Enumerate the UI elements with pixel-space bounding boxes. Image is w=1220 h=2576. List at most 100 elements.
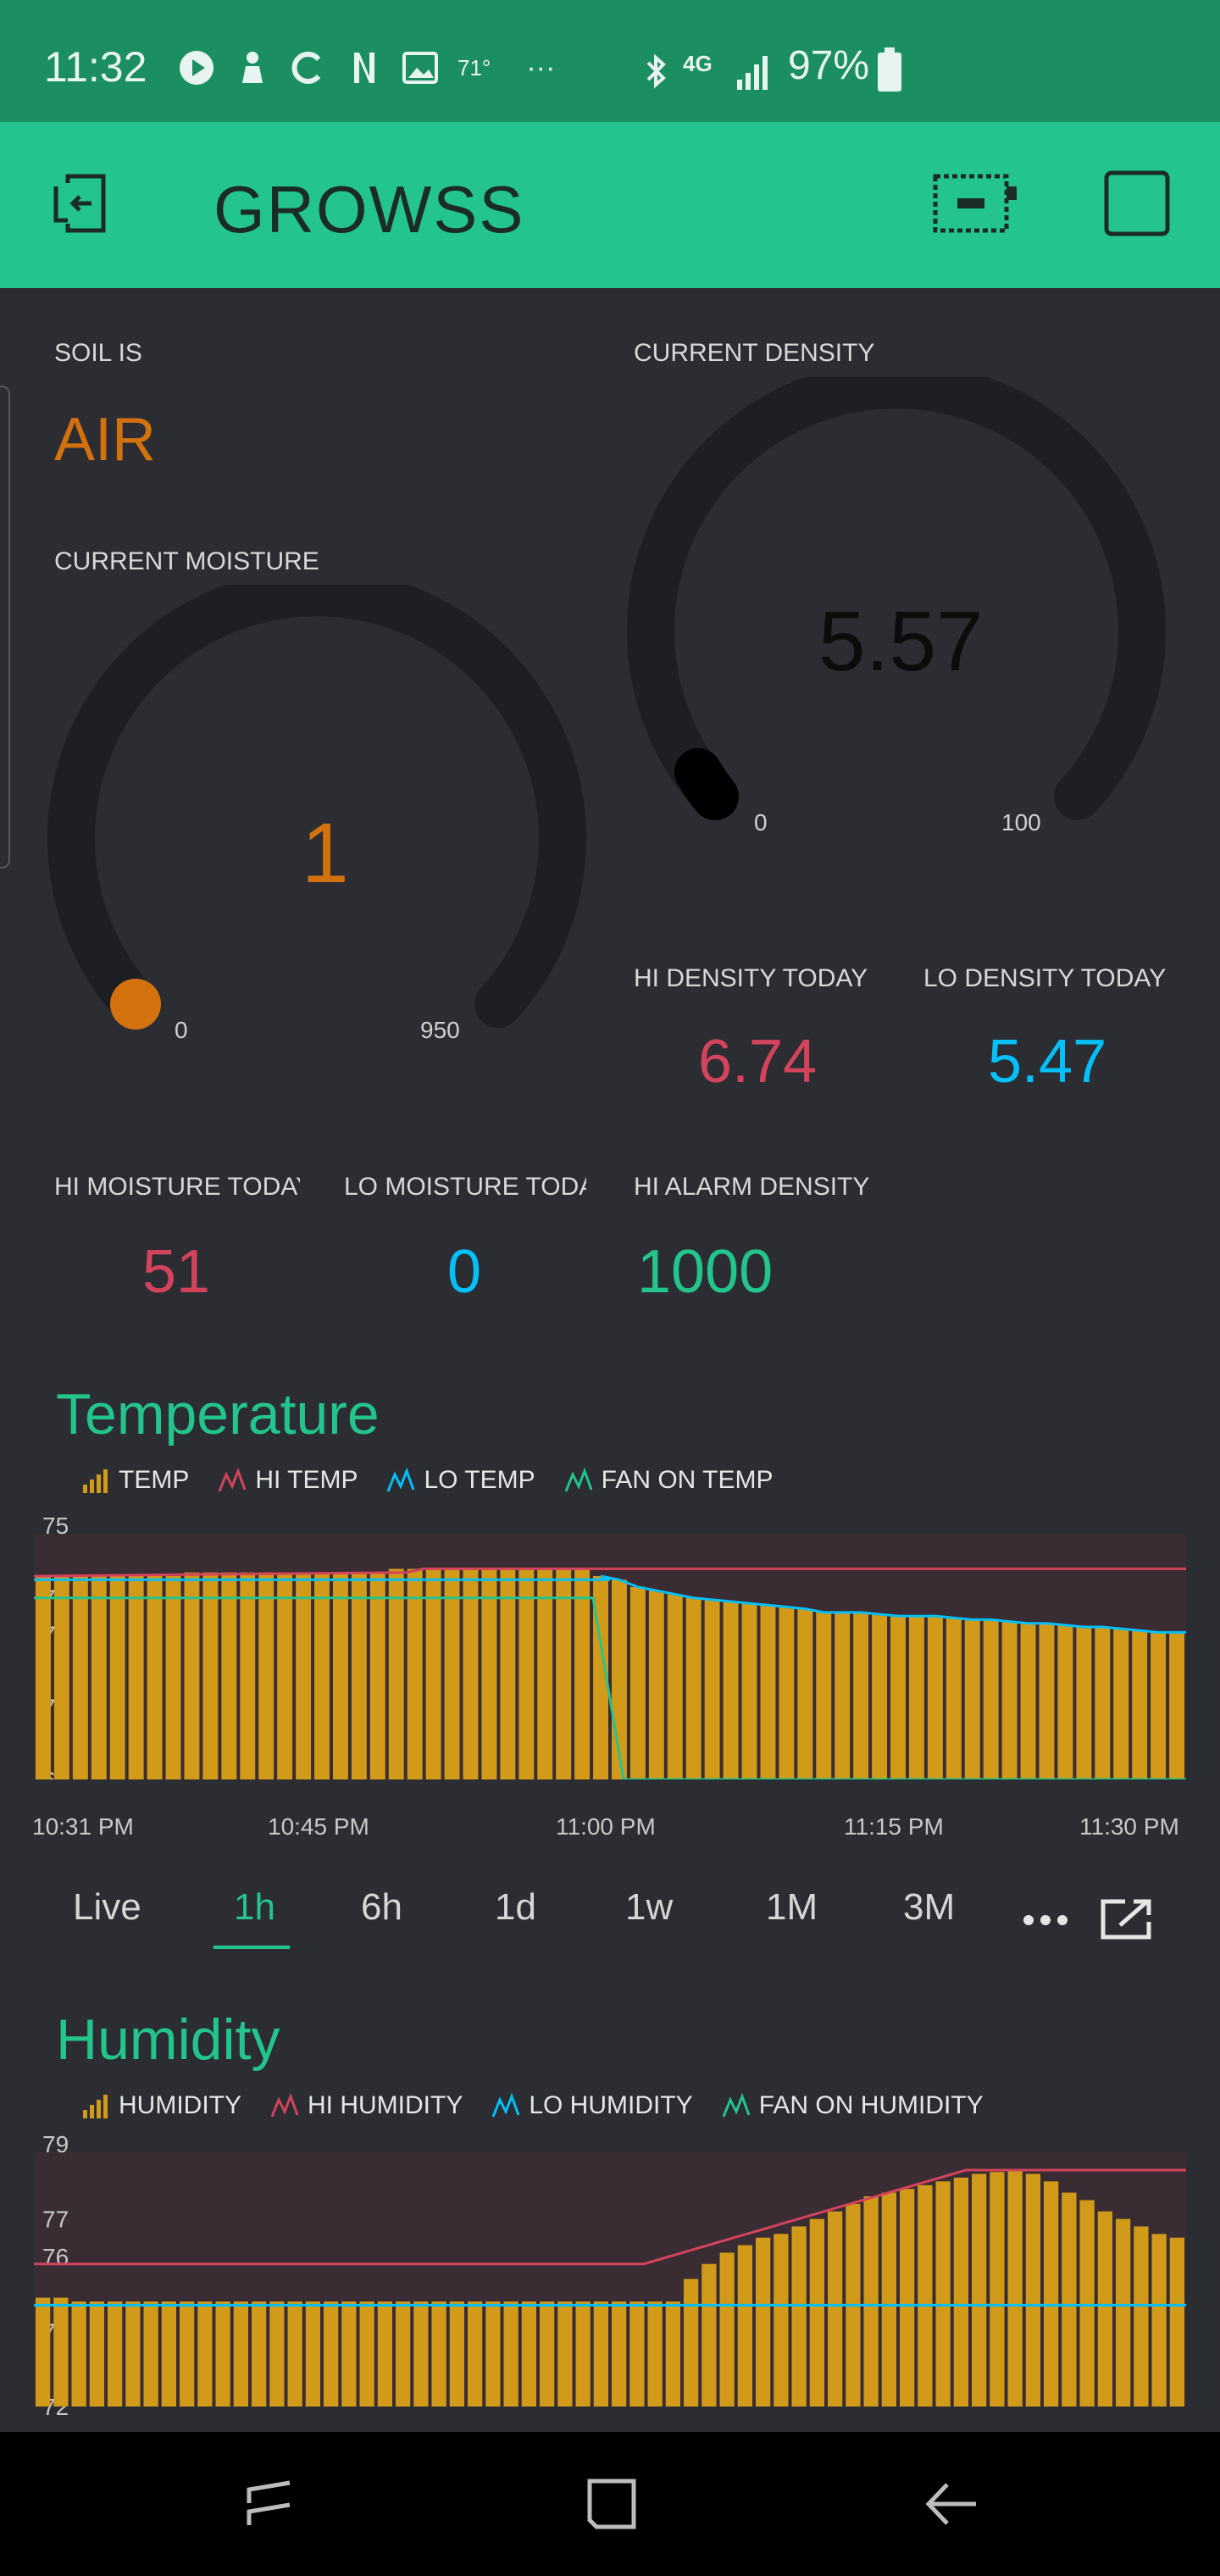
- bar[interactable]: [165, 1576, 181, 1779]
- bar[interactable]: [215, 2301, 230, 2407]
- bar[interactable]: [872, 1614, 888, 1779]
- bar[interactable]: [518, 1568, 535, 1779]
- device-button[interactable]: [932, 169, 1020, 237]
- bar[interactable]: [685, 1597, 702, 1779]
- bar[interactable]: [468, 2301, 483, 2407]
- bar[interactable]: [1079, 2200, 1095, 2407]
- range-live-button[interactable]: Live: [73, 1886, 141, 1929]
- bar[interactable]: [927, 1616, 943, 1779]
- bar[interactable]: [629, 2301, 645, 2407]
- bar[interactable]: [575, 2301, 591, 2407]
- bar[interactable]: [1057, 1624, 1073, 1779]
- bar[interactable]: [737, 2245, 752, 2407]
- bar[interactable]: [202, 1572, 219, 1779]
- bar[interactable]: [756, 2237, 771, 2407]
- bar[interactable]: [463, 1568, 479, 1779]
- bar[interactable]: [853, 1612, 869, 1779]
- bar[interactable]: [197, 2301, 213, 2407]
- range-1h-button[interactable]: 1h: [234, 1886, 275, 1929]
- bar[interactable]: [221, 1572, 237, 1779]
- bar[interactable]: [723, 1602, 739, 1779]
- legend-hi-temp[interactable]: HI TEMP: [218, 1466, 358, 1495]
- bar[interactable]: [779, 1607, 795, 1779]
- bar[interactable]: [287, 2301, 302, 2407]
- range-1m-button[interactable]: 1M: [766, 1886, 818, 1929]
- bar[interactable]: [72, 1576, 88, 1779]
- bar[interactable]: [269, 2301, 285, 2407]
- bar[interactable]: [36, 2297, 51, 2407]
- legend-lo-humidity[interactable]: LO HUMIDITY: [491, 2091, 693, 2120]
- bar[interactable]: [648, 1591, 664, 1779]
- bar[interactable]: [431, 2301, 446, 2407]
- range-3m-button[interactable]: 3M: [903, 1886, 955, 1929]
- bar[interactable]: [667, 1594, 683, 1779]
- bar[interactable]: [684, 2279, 699, 2407]
- bar[interactable]: [719, 2252, 735, 2407]
- bar[interactable]: [972, 2174, 987, 2407]
- bar[interactable]: [881, 2192, 896, 2407]
- bar[interactable]: [109, 1576, 125, 1779]
- temperature-chart[interactable]: 7573727068: [0, 1508, 1220, 1779]
- range-1d-button[interactable]: 1d: [495, 1886, 536, 1929]
- legend-temp[interactable]: TEMP: [81, 1466, 189, 1495]
- bar[interactable]: [629, 1586, 646, 1779]
- bar[interactable]: [1169, 1632, 1184, 1779]
- bar[interactable]: [935, 2181, 951, 2407]
- bar[interactable]: [537, 1568, 553, 1779]
- bar[interactable]: [809, 2218, 824, 2407]
- bar[interactable]: [990, 2172, 1005, 2407]
- bar[interactable]: [485, 2301, 501, 2407]
- bar[interactable]: [377, 2301, 392, 2407]
- bar[interactable]: [540, 2301, 555, 2407]
- bar[interactable]: [324, 2301, 339, 2407]
- bar[interactable]: [413, 2301, 429, 2407]
- bar[interactable]: [890, 1616, 906, 1779]
- bar[interactable]: [774, 2234, 789, 2407]
- bar[interactable]: [258, 1572, 274, 1779]
- bar[interactable]: [797, 1608, 813, 1779]
- bar[interactable]: [953, 2177, 968, 2407]
- bar[interactable]: [252, 2301, 267, 2407]
- bar[interactable]: [296, 1572, 312, 1779]
- bar[interactable]: [946, 1618, 962, 1779]
- bar[interactable]: [1044, 2181, 1059, 2407]
- bar[interactable]: [1076, 1627, 1092, 1779]
- bar[interactable]: [964, 1619, 980, 1779]
- bar[interactable]: [147, 1576, 163, 1779]
- bar[interactable]: [1007, 2170, 1023, 2407]
- bar[interactable]: [828, 2211, 843, 2407]
- bar[interactable]: [665, 2301, 680, 2407]
- bar[interactable]: [277, 1572, 293, 1779]
- bar[interactable]: [143, 2301, 158, 2407]
- bar[interactable]: [983, 1619, 999, 1779]
- bar[interactable]: [36, 1576, 51, 1779]
- bar[interactable]: [53, 2297, 69, 2407]
- bar[interactable]: [741, 1603, 757, 1779]
- bar[interactable]: [233, 2301, 248, 2407]
- bar[interactable]: [557, 2301, 573, 2407]
- bar[interactable]: [332, 1572, 348, 1779]
- bar[interactable]: [341, 2301, 357, 2407]
- bar[interactable]: [449, 2301, 464, 2407]
- bar[interactable]: [108, 2301, 123, 2407]
- bar[interactable]: [1001, 1621, 1018, 1779]
- bar[interactable]: [1097, 2211, 1112, 2407]
- bar[interactable]: [816, 1612, 832, 1779]
- bar[interactable]: [521, 2301, 536, 2407]
- bar[interactable]: [1169, 2237, 1184, 2407]
- bar[interactable]: [180, 2301, 195, 2407]
- bar[interactable]: [704, 1599, 720, 1779]
- bar[interactable]: [556, 1568, 572, 1779]
- bar[interactable]: [184, 1572, 200, 1779]
- bar[interactable]: [161, 2301, 176, 2407]
- bar[interactable]: [612, 2301, 627, 2407]
- side-drawer-handle[interactable]: [0, 386, 10, 869]
- bar[interactable]: [1151, 1632, 1167, 1779]
- bar[interactable]: [863, 2196, 879, 2407]
- legend-humidity[interactable]: HUMIDITY: [81, 2091, 241, 2120]
- bar[interactable]: [396, 2301, 411, 2407]
- bar[interactable]: [91, 1576, 107, 1779]
- bar[interactable]: [240, 1572, 256, 1779]
- bar[interactable]: [1062, 2192, 1077, 2407]
- bar[interactable]: [444, 1568, 460, 1779]
